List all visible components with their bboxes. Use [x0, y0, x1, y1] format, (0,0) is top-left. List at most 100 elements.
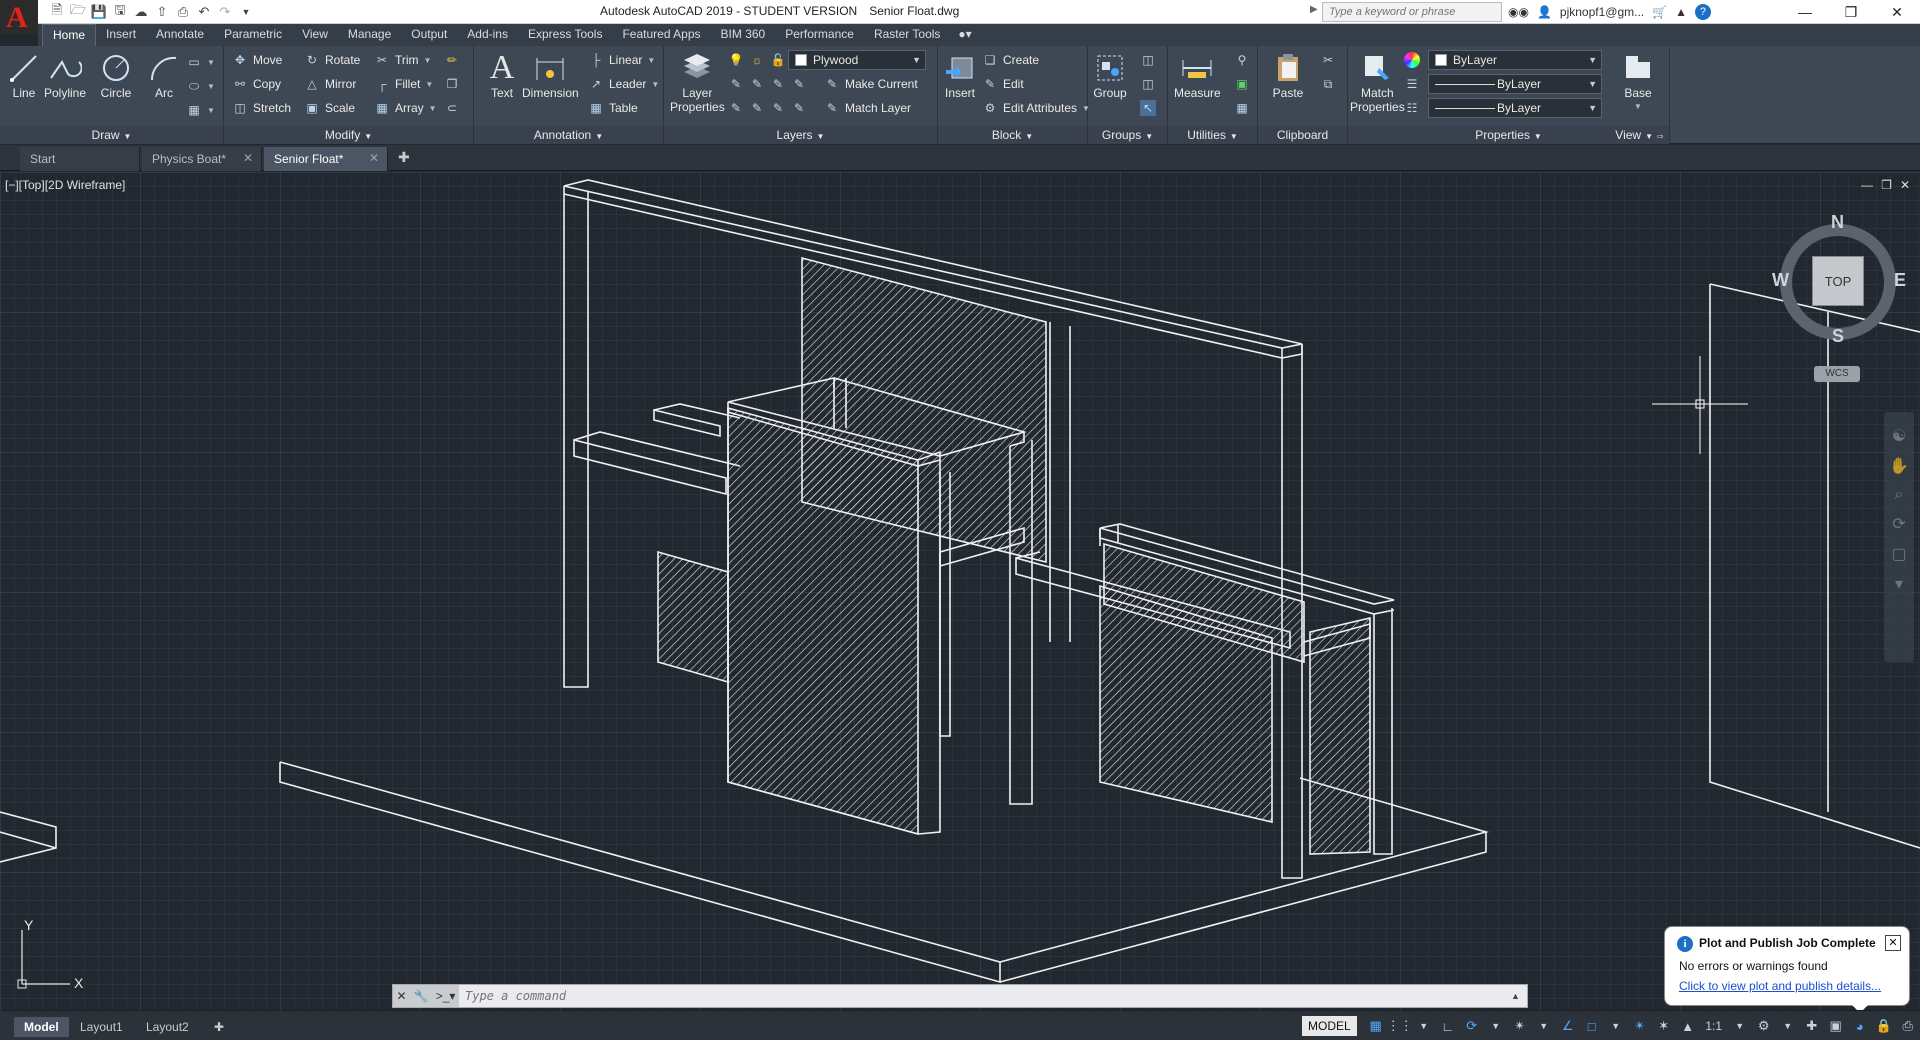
array-button[interactable]: ▦ Array ▼ [374, 98, 436, 118]
layout-tab-layout1[interactable]: Layout1 [70, 1017, 133, 1037]
command-prompt-icon[interactable]: >_▾ [436, 989, 456, 1003]
annotation-scale-icon[interactable]: ▲ [1679, 1017, 1697, 1035]
tab-raster-tools[interactable]: Raster Tools [864, 24, 950, 46]
tab-parametric[interactable]: Parametric [214, 24, 292, 46]
viewcube[interactable]: N S E W TOP [1772, 212, 1906, 348]
annotation-monitor-icon[interactable]: ✚ [1803, 1017, 1821, 1035]
move-button[interactable]: ✥ Move [232, 50, 282, 70]
drawing-viewport[interactable]: [−][Top][2D Wireframe] — ❐ ✕ N S E W TOP… [0, 172, 1920, 1010]
group-select-button[interactable]: ↖ [1140, 98, 1156, 118]
command-close-icon[interactable]: ✕ [397, 989, 407, 1003]
dimension-button[interactable]: Dimension [522, 50, 579, 100]
new-file-icon[interactable]: 🗎 [48, 2, 66, 21]
id-point-button[interactable]: ⚲ [1234, 50, 1250, 70]
viewport-close-icon[interactable]: ✕ [1900, 178, 1910, 192]
command-input[interactable] [459, 989, 1511, 1003]
tab-add-ins[interactable]: Add-ins [457, 24, 518, 46]
save-web-icon[interactable]: ⇧ [153, 3, 171, 21]
float-3d-model[interactable] [0, 172, 1920, 1010]
compass-north[interactable]: N [1831, 212, 1844, 233]
snap-mode-icon[interactable]: ⋮⋮ [1387, 1017, 1413, 1035]
compass-south[interactable]: S [1832, 326, 1844, 347]
measure-button[interactable]: Measure [1174, 50, 1221, 100]
compass-east[interactable]: E [1894, 270, 1906, 291]
linear-dimension-button[interactable]: ├ Linear ▼ [588, 50, 656, 70]
steering-wheel-icon[interactable]: ☯ [1892, 426, 1906, 446]
navigation-bar[interactable]: ☯ ✋ ⌕ ⟳ ▢ ▾ [1884, 412, 1914, 662]
layer-state-icons[interactable]: 💡 ☼ 🔓 [728, 50, 786, 70]
isodraft-icon[interactable]: ✴ [1511, 1017, 1529, 1035]
layer-dropdown[interactable]: Plywood ▼ [788, 50, 926, 70]
plot-icon[interactable]: ⎙ [174, 3, 192, 21]
chevron-down-icon[interactable]: ▼ [1487, 1017, 1505, 1035]
rotate-button[interactable]: ↻ Rotate [304, 50, 360, 70]
layout-tab-model[interactable]: Model [14, 1017, 69, 1037]
user-account[interactable]: pjknopf1@gm... [1560, 5, 1644, 19]
linetype-dropdown[interactable]: ByLayer ▼ [1428, 98, 1602, 118]
copy-button[interactable]: ⚯ Copy [232, 74, 281, 94]
fillet-button[interactable]: ┌ Fillet ▼ [374, 74, 434, 94]
a360-icon[interactable]: ▲ [1675, 5, 1687, 19]
tab-featured-apps[interactable]: Featured Apps [612, 24, 710, 46]
tab-express-tools[interactable]: Express Tools [518, 24, 612, 46]
application-menu-button[interactable]: A [0, 0, 38, 34]
compass-west[interactable]: W [1772, 270, 1789, 291]
copy-clip-button[interactable]: ⧉ [1320, 74, 1336, 94]
insert-block-button[interactable]: Insert [942, 50, 978, 100]
workspace-gear-icon[interactable]: ⚙ [1755, 1017, 1773, 1035]
chevron-down-icon[interactable]: ▼ [1415, 1017, 1433, 1035]
model-space-toggle[interactable]: MODEL [1302, 1016, 1357, 1036]
color-wheel[interactable] [1404, 50, 1420, 70]
rectangle-tool[interactable]: ▭ ▼ [186, 52, 215, 72]
hatch-tool[interactable]: ⬭ ▼ [186, 76, 215, 96]
customize-qat-icon[interactable]: ▼ [237, 3, 255, 21]
redo-icon[interactable]: ↷ [216, 3, 234, 21]
object-snap-icon[interactable]: □ [1583, 1017, 1601, 1035]
notification-close-button[interactable]: ✕ [1885, 935, 1901, 951]
file-tab-start[interactable]: Start [20, 147, 140, 171]
edit-attributes-button[interactable]: ⚙ Edit Attributes ▼ [982, 98, 1090, 118]
polar-tracking-icon[interactable]: ⟳ [1463, 1017, 1481, 1035]
save-icon[interactable]: 💾 [90, 3, 108, 21]
group-button[interactable]: Group [1092, 50, 1128, 100]
mirror-button[interactable]: △ Mirror [304, 74, 356, 94]
grid-toggle-icon[interactable]: ▦ [1367, 1017, 1385, 1035]
layout-tab-layout2[interactable]: Layout2 [136, 1017, 199, 1037]
cart-icon[interactable]: 🛒 [1652, 5, 1667, 19]
wcs-menu[interactable]: WCS [1814, 366, 1860, 382]
zoom-extents-icon[interactable]: ⌕ [1895, 486, 1904, 504]
group-edit-button[interactable]: ◫ [1140, 74, 1156, 94]
line-button[interactable]: Line [6, 50, 42, 100]
close-tab-icon[interactable]: ✕ [369, 151, 379, 165]
text-button[interactable]: A Text [484, 50, 520, 101]
modify-panel-title[interactable]: Modify ▼ [224, 126, 473, 144]
stretch-button[interactable]: ◫ Stretch [232, 98, 291, 118]
viewport-restore-icon[interactable]: ❐ [1881, 178, 1892, 192]
layers-panel-title[interactable]: Layers ▼ [664, 126, 937, 144]
tab-bim-360[interactable]: BIM 360 [711, 24, 776, 46]
units-icon[interactable]: ▣ [1827, 1017, 1845, 1035]
new-tab-button[interactable]: ✚ [398, 149, 410, 166]
view-panel-title[interactable]: View ▼ ⇨ [1610, 126, 1669, 144]
paste-button[interactable]: Paste [1270, 50, 1306, 100]
viewcube-top-face[interactable]: TOP [1812, 256, 1864, 306]
minimize-button[interactable]: — [1782, 0, 1828, 24]
chevron-down-icon[interactable]: ▼ [1607, 1017, 1625, 1035]
block-panel-title[interactable]: Block ▼ [938, 126, 1087, 144]
color-dropdown[interactable]: ByLayer ▼ [1428, 50, 1602, 70]
viewport-controls-label[interactable]: [−][Top][2D Wireframe] [5, 178, 125, 192]
add-layout-icon[interactable]: ✚ [204, 1017, 234, 1037]
restore-button[interactable]: ❐ [1828, 0, 1874, 24]
user-icon[interactable]: 👤 [1537, 5, 1552, 19]
chevron-down-icon[interactable]: ▼ [1779, 1017, 1797, 1035]
table-button[interactable]: ▦ Table [588, 98, 637, 118]
viewport-minimize-icon[interactable]: — [1861, 178, 1873, 192]
tab-insert[interactable]: Insert [96, 24, 146, 46]
lineweight-dropdown[interactable]: ByLayer ▼ [1428, 74, 1602, 94]
search-expand-icon[interactable]: ▶ [1310, 4, 1318, 15]
offset-button[interactable]: ⊂ [444, 98, 460, 118]
plot-status-icon[interactable]: ⎙ [1899, 1017, 1917, 1035]
close-tab-icon[interactable]: ✕ [243, 151, 253, 165]
utilities-panel-title[interactable]: Utilities ▼ [1168, 126, 1257, 144]
create-block-button[interactable]: ❏ Create [982, 50, 1039, 70]
